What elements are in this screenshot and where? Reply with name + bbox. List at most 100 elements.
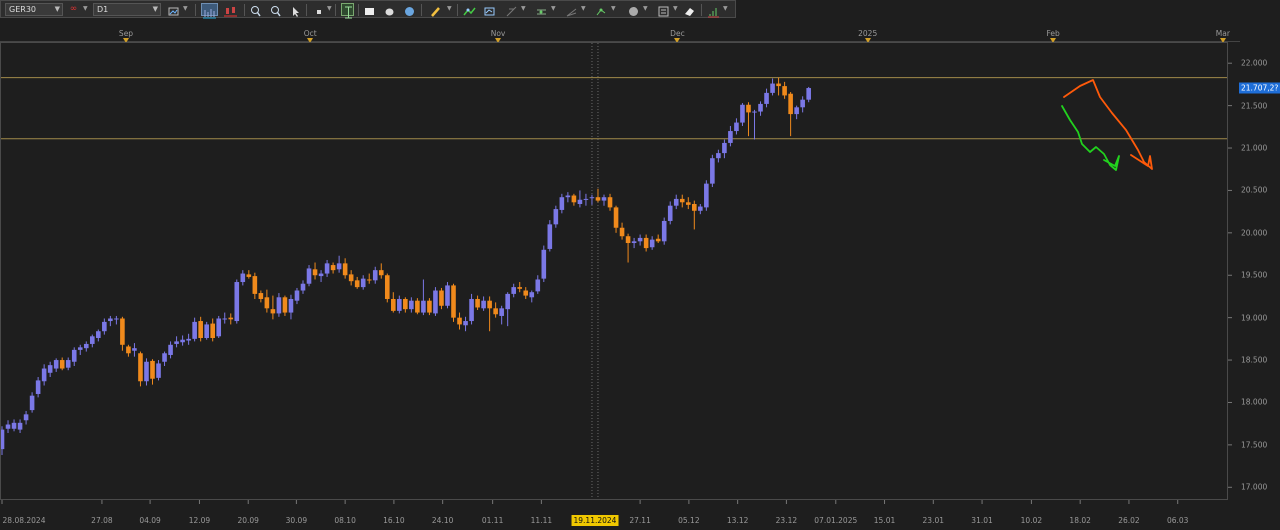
candle-body <box>258 293 264 299</box>
candle-body <box>625 236 631 244</box>
candle-body <box>144 361 149 382</box>
candle-body <box>673 198 679 206</box>
candle-body <box>728 131 733 143</box>
candle-body <box>433 290 438 314</box>
candle-body <box>234 282 240 322</box>
candle-body <box>776 83 781 87</box>
candle-body <box>685 202 691 205</box>
time-tick-label: 06.03 <box>1166 516 1189 525</box>
candle-body <box>198 321 203 339</box>
candle-body <box>348 274 354 282</box>
candle-body <box>186 338 191 341</box>
candle-body <box>758 103 763 112</box>
time-tick-label: 12.09 <box>188 516 211 525</box>
candle-body <box>415 300 420 313</box>
candle-body <box>752 111 757 113</box>
candle-body <box>360 278 366 288</box>
candle-body <box>312 269 318 276</box>
price-chart[interactable] <box>0 0 1280 530</box>
current-price-label: 21.707,2? <box>1239 82 1280 94</box>
candle-body <box>222 318 228 320</box>
candle-body <box>288 298 294 313</box>
candle-body <box>23 414 29 421</box>
candle-body <box>553 209 559 225</box>
candle-body <box>156 363 161 378</box>
candle-body <box>71 349 77 362</box>
price-tick-label: 22.000 <box>1241 58 1268 68</box>
candle-body <box>324 263 330 274</box>
candle-body <box>180 339 185 343</box>
candle-body <box>782 86 787 96</box>
candle-body <box>499 308 504 316</box>
candle-body <box>421 300 426 313</box>
time-tick-label: 18.02 <box>1069 516 1091 525</box>
candle-body <box>716 153 721 159</box>
candle-body <box>306 268 312 284</box>
candle-body <box>565 195 571 198</box>
time-tick-label: 27.08 <box>91 516 113 525</box>
candle-body <box>445 285 450 306</box>
candle-body <box>667 205 673 221</box>
candle-body <box>547 224 553 249</box>
time-tick-label: 26.02 <box>1118 516 1140 525</box>
candle-body <box>168 344 173 355</box>
candle-body <box>746 104 751 113</box>
candle-body <box>481 300 486 309</box>
candle-body <box>210 323 215 339</box>
candle-body <box>192 321 197 339</box>
candle-body <box>535 279 541 292</box>
candle-body <box>5 424 11 429</box>
candle-body <box>384 275 390 299</box>
candle-body <box>619 227 625 237</box>
price-tick-label: 17.000 <box>1241 482 1268 492</box>
time-tick-label: 08.10 <box>334 516 356 525</box>
candle-body <box>529 292 535 298</box>
green-drawn-arrow <box>1061 105 1120 171</box>
candle-body <box>378 270 384 276</box>
candle-body <box>294 290 300 301</box>
candle-body <box>577 199 583 204</box>
candle-body <box>270 309 276 314</box>
candle-body <box>246 274 252 277</box>
time-tick-label: 05.12 <box>678 516 700 525</box>
candle-body <box>559 197 565 210</box>
price-tick-label: 21.500 <box>1241 101 1268 111</box>
candle-body <box>511 287 516 294</box>
candle-body <box>643 237 649 249</box>
candle-body <box>601 197 607 201</box>
candle-body <box>120 318 125 345</box>
time-tick-label: 10.02 <box>1020 516 1043 525</box>
price-tick-label: 21.000 <box>1241 143 1268 153</box>
price-tick-label: 18.000 <box>1241 397 1268 407</box>
candle-body <box>114 318 119 320</box>
price-tick-label: 20.000 <box>1241 228 1268 238</box>
candle-body <box>583 198 589 200</box>
candle-body <box>252 276 258 294</box>
candle-body <box>523 290 529 296</box>
candle-body <box>571 195 577 203</box>
time-tick-label: 15.01 <box>873 516 896 525</box>
time-tick-label: 30.09 <box>285 516 308 525</box>
candle-body <box>150 360 155 379</box>
candle-body <box>264 297 270 309</box>
candle-body <box>318 273 324 277</box>
time-tick-label: 28.08.2024 <box>2 516 46 525</box>
candle-body <box>764 92 769 104</box>
candle-body <box>517 287 523 289</box>
candle-body <box>17 422 23 430</box>
time-tick-label: 20.09 <box>237 516 259 525</box>
candle-body <box>336 263 342 270</box>
candle-body <box>216 318 222 337</box>
time-tick-label: 07.01.2025 <box>814 516 858 525</box>
candle-body <box>595 197 601 201</box>
time-tick-label: 11.11 <box>530 516 553 525</box>
candle-body <box>740 104 745 123</box>
candle-body <box>204 324 209 339</box>
price-tick-label: 19.000 <box>1241 313 1268 323</box>
time-tick-label: 13.12 <box>726 516 749 525</box>
candle-body <box>83 343 89 349</box>
candle-body <box>493 308 498 315</box>
candle-body <box>282 297 288 313</box>
candle-body <box>469 298 474 322</box>
time-tick-label: 31.01 <box>971 516 993 525</box>
